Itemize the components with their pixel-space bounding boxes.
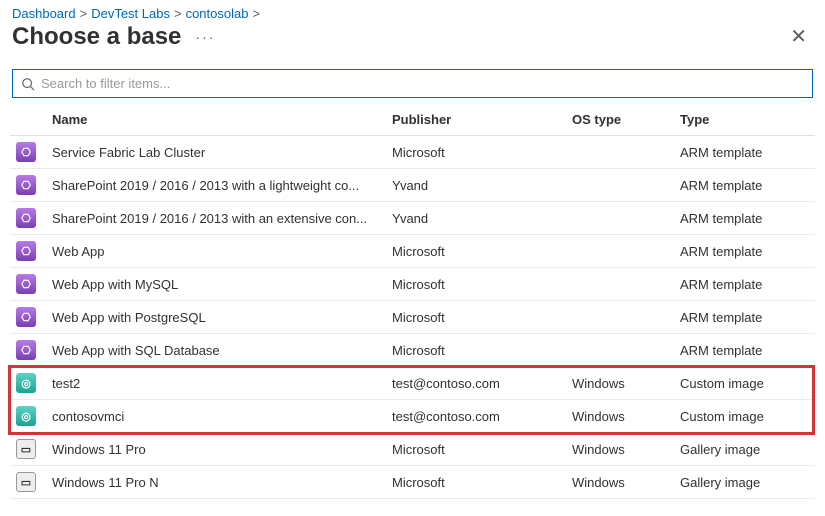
cell-name: Windows 11 Pro N (46, 466, 386, 499)
table-row[interactable]: ▭ Windows 11 ProMicrosoftWindowsGallery i… (10, 433, 815, 466)
cell-os: Windows (566, 367, 674, 400)
cell-name: Web App with SQL Database (46, 334, 386, 367)
table-row[interactable]: ⎔ Web App with MySQLMicrosoft ARM template (10, 268, 815, 301)
cell-type: Gallery image (674, 433, 815, 466)
gallery-icon: ▭ (16, 472, 36, 492)
arm-icon: ⎔ (16, 208, 36, 228)
cell-name: test2 (46, 367, 386, 400)
results-table-wrap: Name Publisher OS type Type ⎔ Service Fab… (10, 106, 815, 499)
chevron-right-icon: > (80, 6, 88, 21)
col-name[interactable]: Name (46, 106, 386, 136)
cell-publisher: Microsoft (386, 136, 566, 169)
cell-type: ARM template (674, 169, 815, 202)
cell-publisher: test@contoso.com (386, 367, 566, 400)
breadcrumb: Dashboard>DevTest Labs>contosolab> (12, 6, 815, 21)
arm-icon: ⎔ (16, 241, 36, 261)
cell-os: Windows (566, 400, 674, 433)
arm-icon: ⎔ (16, 340, 36, 360)
table-row[interactable]: ⎔ SharePoint 2019 / 2016 / 2013 with an e… (10, 202, 815, 235)
table-row[interactable]: ⎔ Web AppMicrosoft ARM template (10, 235, 815, 268)
cell-name: Web App (46, 235, 386, 268)
custom-icon: ◎ (16, 373, 36, 393)
results-table: Name Publisher OS type Type ⎔ Service Fab… (10, 106, 815, 499)
table-row[interactable]: ⎔ Service Fabric Lab ClusterMicrosoft ARM … (10, 136, 815, 169)
col-os[interactable]: OS type (566, 106, 674, 136)
cell-publisher: Microsoft (386, 268, 566, 301)
cell-type: ARM template (674, 301, 815, 334)
breadcrumb-link[interactable]: DevTest Labs (91, 6, 170, 21)
arm-icon: ⎔ (16, 175, 36, 195)
cell-os: Windows (566, 433, 674, 466)
cell-type: ARM template (674, 136, 815, 169)
cell-type: ARM template (674, 202, 815, 235)
cell-publisher: test@contoso.com (386, 400, 566, 433)
search-input[interactable] (41, 74, 804, 93)
cell-type: ARM template (674, 235, 815, 268)
chevron-right-icon: > (252, 6, 260, 21)
cell-name: contosovmci (46, 400, 386, 433)
page-title: Choose a base (12, 23, 181, 51)
chevron-right-icon: > (174, 6, 182, 21)
cell-os: Windows (566, 466, 674, 499)
col-type[interactable]: Type (674, 106, 815, 136)
arm-icon: ⎔ (16, 274, 36, 294)
arm-icon: ⎔ (16, 307, 36, 327)
cell-publisher: Microsoft (386, 466, 566, 499)
close-button[interactable]: ✕ (784, 23, 813, 51)
table-row[interactable]: ⎔ Web App with PostgreSQLMicrosoft ARM tem… (10, 301, 815, 334)
more-actions-button[interactable]: ··· (191, 25, 219, 49)
table-row[interactable]: ▭ Windows 11 Pro NMicrosoftWindowsGallery… (10, 466, 815, 499)
cell-type: Custom image (674, 367, 815, 400)
cell-name: Windows 11 Pro (46, 433, 386, 466)
search-box[interactable] (12, 69, 813, 98)
gallery-icon: ▭ (16, 439, 36, 459)
cell-name: SharePoint 2019 / 2016 / 2013 with an ex… (46, 202, 386, 235)
cell-name: Web App with MySQL (46, 268, 386, 301)
cell-type: ARM template (674, 334, 815, 367)
cell-os (566, 268, 674, 301)
cell-type: Gallery image (674, 466, 815, 499)
cell-name: SharePoint 2019 / 2016 / 2013 with a lig… (46, 169, 386, 202)
custom-icon: ◎ (16, 406, 36, 426)
cell-publisher: Microsoft (386, 235, 566, 268)
col-publisher[interactable]: Publisher (386, 106, 566, 136)
cell-os (566, 136, 674, 169)
cell-publisher: Microsoft (386, 301, 566, 334)
cell-type: ARM template (674, 268, 815, 301)
arm-icon: ⎔ (16, 142, 36, 162)
breadcrumb-link[interactable]: contosolab (186, 6, 249, 21)
cell-os (566, 202, 674, 235)
cell-publisher: Yvand (386, 169, 566, 202)
cell-publisher: Yvand (386, 202, 566, 235)
table-row[interactable]: ⎔ Web App with SQL DatabaseMicrosoft ARM t… (10, 334, 815, 367)
cell-os (566, 235, 674, 268)
cell-publisher: Microsoft (386, 433, 566, 466)
breadcrumb-link[interactable]: Dashboard (12, 6, 76, 21)
table-row[interactable]: ◎ contosovmcitest@contoso.comWindowsCusto… (10, 400, 815, 433)
cell-os (566, 301, 674, 334)
table-row[interactable]: ⎔ SharePoint 2019 / 2016 / 2013 with a li… (10, 169, 815, 202)
cell-name: Service Fabric Lab Cluster (46, 136, 386, 169)
cell-type: Custom image (674, 400, 815, 433)
cell-publisher: Microsoft (386, 334, 566, 367)
cell-name: Web App with PostgreSQL (46, 301, 386, 334)
search-icon (21, 77, 35, 91)
page-header: Choose a base ··· ✕ (12, 23, 813, 51)
table-row[interactable]: ◎ test2test@contoso.comWindowsCustom imag… (10, 367, 815, 400)
col-icon (10, 106, 46, 136)
cell-os (566, 169, 674, 202)
cell-os (566, 334, 674, 367)
